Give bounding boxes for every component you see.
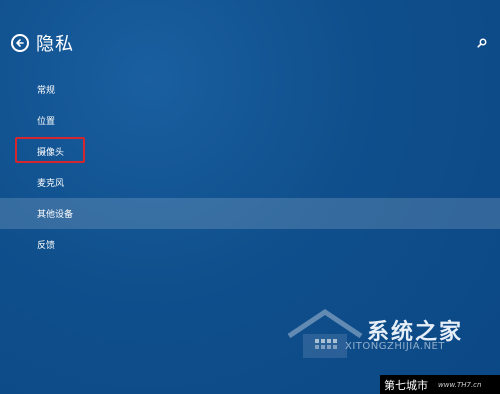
- nav-item-general[interactable]: 常规: [0, 74, 500, 105]
- house-logo-icon: [287, 308, 363, 358]
- search-icon: [477, 38, 487, 48]
- nav-item-other-devices[interactable]: 其他设备: [0, 198, 500, 229]
- nav-item-label: 反馈: [37, 241, 56, 251]
- corner-badge-en: www.TH7.cn: [438, 380, 482, 389]
- corner-badge: 第七城市 www.TH7.cn: [380, 375, 500, 394]
- nav-item-label: 摄像头: [37, 148, 65, 158]
- watermark: 系统之家 XITONGZHIJIA.NET: [285, 306, 485, 366]
- nav-item-location[interactable]: 位置: [0, 105, 500, 136]
- back-button[interactable]: [11, 34, 29, 52]
- page-header: 隐私: [0, 0, 500, 70]
- nav-item-label: 位置: [37, 117, 56, 127]
- nav-item-label: 麦克风: [37, 179, 65, 189]
- nav-item-label: 其他设备: [37, 210, 74, 220]
- nav-item-label: 常规: [37, 86, 56, 96]
- search-button[interactable]: [476, 37, 488, 49]
- back-arrow-icon: [16, 39, 24, 47]
- page-title: 隐私: [36, 34, 74, 55]
- nav-item-microphone[interactable]: 麦克风: [0, 167, 500, 198]
- nav-item-camera[interactable]: 摄像头: [0, 136, 500, 167]
- nav-item-feedback[interactable]: 反馈: [0, 229, 500, 260]
- watermark-subtitle: XITONGZHIJIA.NET: [345, 341, 445, 352]
- corner-badge-cn: 第七城市: [384, 378, 428, 392]
